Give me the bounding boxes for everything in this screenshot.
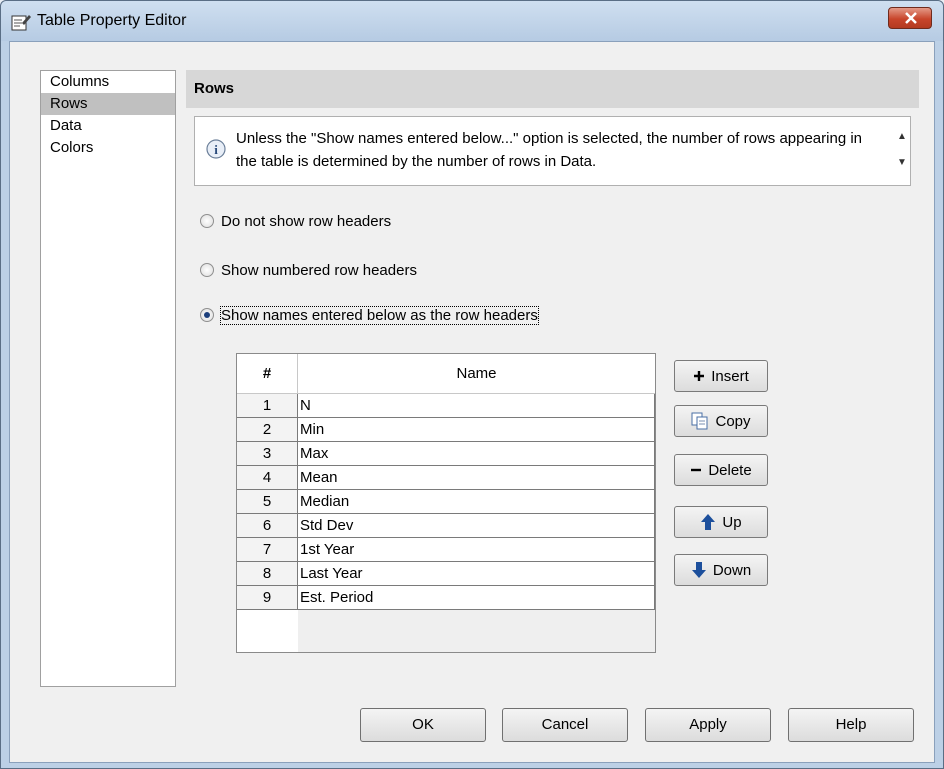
- table-row[interactable]: 8 Last Year: [237, 562, 655, 586]
- row-number: 3: [237, 442, 298, 466]
- row-number: 1: [237, 394, 298, 418]
- row-name-cell[interactable]: N: [298, 394, 655, 418]
- option-no-row-headers[interactable]: Do not show row headers: [200, 209, 391, 233]
- table-row[interactable]: 7 1st Year: [237, 538, 655, 562]
- row-number: 5: [237, 490, 298, 514]
- column-header-name: Name: [298, 354, 655, 394]
- column-header-number: #: [237, 354, 298, 394]
- arrow-up-icon: [700, 513, 716, 531]
- delete-button[interactable]: Delete: [674, 454, 768, 486]
- option-label: Do not show row headers: [221, 212, 392, 230]
- row-number: 7: [237, 538, 298, 562]
- option-label: Show numbered row headers: [221, 261, 417, 279]
- plus-icon: [693, 370, 705, 382]
- option-named-row-headers[interactable]: Show names entered below as the row head…: [200, 303, 539, 327]
- option-numbered-row-headers[interactable]: Show numbered row headers: [200, 258, 417, 282]
- nav-item-colors[interactable]: Colors: [41, 137, 175, 159]
- row-name-cell[interactable]: Max: [298, 442, 655, 466]
- title-bar[interactable]: Table Property Editor: [1, 1, 943, 41]
- row-names-table[interactable]: # Name 1 N 2 Min 3 Max 4 Mean 5 Median 6…: [236, 353, 656, 653]
- category-list[interactable]: Columns Rows Data Colors: [40, 70, 176, 687]
- move-down-button[interactable]: Down: [674, 554, 768, 586]
- scroll-down-arrow-icon[interactable]: ▼: [897, 157, 907, 168]
- up-label: Up: [722, 513, 742, 531]
- dialog-body: Columns Rows Data Colors Rows i Unless t…: [9, 41, 935, 763]
- apply-button[interactable]: Apply: [645, 708, 771, 742]
- row-name-cell[interactable]: Last Year: [298, 562, 655, 586]
- option-label: Show names entered below as the row head…: [220, 305, 539, 325]
- scroll-up-arrow-icon[interactable]: ▲: [897, 131, 907, 142]
- copy-button[interactable]: Copy: [674, 405, 768, 437]
- move-up-button[interactable]: Up: [674, 506, 768, 538]
- arrow-down-icon: [691, 561, 707, 579]
- radio-button[interactable]: [200, 263, 214, 277]
- svg-text:i: i: [214, 142, 218, 157]
- insert-button[interactable]: Insert: [674, 360, 768, 392]
- row-name-cell[interactable]: Mean: [298, 466, 655, 490]
- help-button[interactable]: Help: [788, 708, 914, 742]
- close-button[interactable]: [888, 7, 932, 29]
- copy-label: Copy: [715, 412, 751, 430]
- edit-document-icon: [11, 13, 31, 31]
- row-name-cell[interactable]: Median: [298, 490, 655, 514]
- table-row[interactable]: 2 Min: [237, 418, 655, 442]
- table-row[interactable]: 4 Mean: [237, 466, 655, 490]
- nav-item-data[interactable]: Data: [41, 115, 175, 137]
- copy-icon: [691, 412, 709, 430]
- dialog-window: Table Property Editor Columns Rows Data …: [0, 0, 944, 769]
- table-row[interactable]: 5 Median: [237, 490, 655, 514]
- table-row[interactable]: 9 Est. Period: [237, 586, 655, 610]
- nav-item-rows[interactable]: Rows: [41, 93, 175, 115]
- table-row[interactable]: 1 N: [237, 394, 655, 418]
- delete-label: Delete: [708, 461, 752, 479]
- cancel-button[interactable]: Cancel: [502, 708, 628, 742]
- row-name-cell[interactable]: Min: [298, 418, 655, 442]
- ok-button[interactable]: OK: [360, 708, 486, 742]
- radio-button-selected[interactable]: [200, 308, 214, 322]
- row-number: 4: [237, 466, 298, 490]
- insert-label: Insert: [711, 367, 749, 385]
- window-title: Table Property Editor: [37, 12, 187, 29]
- table-empty-area: [237, 610, 298, 652]
- radio-button[interactable]: [200, 214, 214, 228]
- down-label: Down: [712, 561, 752, 579]
- section-title: Rows: [186, 70, 919, 108]
- row-name-cell[interactable]: 1st Year: [298, 538, 655, 562]
- nav-item-columns[interactable]: Columns: [41, 71, 175, 93]
- info-box: i Unless the "Show names entered below..…: [194, 116, 911, 186]
- info-icon: i: [205, 138, 227, 164]
- table-header: # Name: [237, 354, 655, 394]
- info-text: Unless the "Show names entered below..."…: [236, 130, 863, 170]
- table-empty-area: [298, 610, 655, 652]
- close-icon: [905, 12, 917, 24]
- row-number: 9: [237, 586, 298, 610]
- row-number: 8: [237, 562, 298, 586]
- row-number: 6: [237, 514, 298, 538]
- row-name-cell[interactable]: Std Dev: [298, 514, 655, 538]
- row-name-cell[interactable]: Est. Period: [298, 586, 655, 610]
- minus-icon: [690, 464, 702, 476]
- row-number: 2: [237, 418, 298, 442]
- table-row[interactable]: 3 Max: [237, 442, 655, 466]
- table-row[interactable]: 6 Std Dev: [237, 514, 655, 538]
